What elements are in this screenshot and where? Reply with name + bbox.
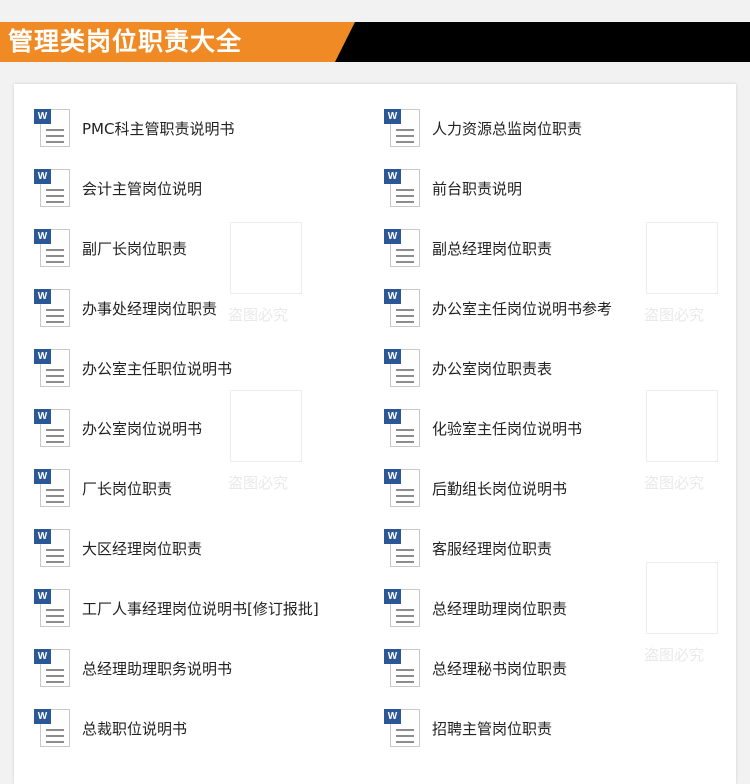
file-label: 厂长岗位职责 [82,479,173,498]
file-list-panel: 盗图必究 盗图必究 盗图必究 盗图必究 盗图必究 W PMC科主管职责说明书 W 会计主管岗位… [14,84,736,784]
file-label: 化验室主任岗位说明书 [432,419,583,438]
word-document-icon: W [34,646,72,690]
file-label: 工厂人事经理岗位说明书[修订报批] [82,599,319,618]
file-item[interactable]: W 办公室主任职位说明书 [34,345,232,391]
word-document-icon: W [34,466,72,510]
word-document-icon: W [384,526,422,570]
file-label: 招聘主管岗位职责 [432,719,553,738]
file-item[interactable]: W 厂长岗位职责 [34,465,172,511]
file-item[interactable]: W 后勤组长岗位说明书 [384,465,567,511]
word-document-icon: W [384,166,422,210]
header-banner: 管理类岗位职责大全 [0,22,750,62]
file-label: 总裁职位说明书 [82,719,188,738]
file-label: 总经理助理职务说明书 [82,659,233,678]
file-item[interactable]: W 总裁职位说明书 [34,705,187,751]
word-document-icon: W [34,286,72,330]
file-label: 副厂长岗位职责 [82,239,188,258]
file-label: 办公室主任职位说明书 [82,359,233,378]
word-document-icon: W [34,406,72,450]
file-item[interactable]: W 大区经理岗位职责 [34,525,202,571]
file-item[interactable]: W 会计主管岗位说明 [34,165,202,211]
file-item[interactable]: W 前台职责说明 [384,165,522,211]
word-document-icon: W [384,226,422,270]
word-document-icon: W [384,106,422,150]
file-item[interactable]: W 副厂长岗位职责 [34,225,187,271]
file-label: 后勤组长岗位说明书 [432,479,568,498]
file-label: 客服经理岗位职责 [432,539,553,558]
word-document-icon: W [34,106,72,150]
file-label: PMC科主管职责说明书 [82,119,235,138]
file-item[interactable]: W 总经理助理岗位职责 [384,585,567,631]
word-document-icon: W [384,286,422,330]
word-document-icon: W [34,586,72,630]
file-item[interactable]: W 总经理助理职务说明书 [34,645,232,691]
file-label: 办公室主任岗位说明书参考 [432,299,613,318]
file-item[interactable]: W 办公室主任岗位说明书参考 [384,285,612,331]
file-label: 办公室岗位说明书 [82,419,203,438]
word-document-icon: W [384,346,422,390]
file-label: 前台职责说明 [432,179,523,198]
file-item[interactable]: W 办公室岗位职责表 [384,345,552,391]
page-title: 管理类岗位职责大全 [8,27,243,56]
file-item[interactable]: W 人力资源总监岗位职责 [384,105,582,151]
word-document-icon: W [384,406,422,450]
file-item[interactable]: W PMC科主管职责说明书 [34,105,234,151]
file-label: 会计主管岗位说明 [82,179,203,198]
file-label: 办事处经理岗位职责 [82,299,218,318]
file-item[interactable]: W 副总经理岗位职责 [384,225,552,271]
word-document-icon: W [34,346,72,390]
file-item[interactable]: W 化验室主任岗位说明书 [384,405,582,451]
file-label: 大区经理岗位职责 [82,539,203,558]
file-item[interactable]: W 办公室岗位说明书 [34,405,202,451]
file-label: 人力资源总监岗位职责 [432,119,583,138]
word-document-icon: W [34,166,72,210]
file-label: 副总经理岗位职责 [432,239,553,258]
word-document-icon: W [384,466,422,510]
file-item[interactable]: W 总经理秘书岗位职责 [384,645,567,691]
word-document-icon: W [384,706,422,750]
file-item[interactable]: W 客服经理岗位职责 [384,525,552,571]
file-label: 办公室岗位职责表 [432,359,553,378]
word-document-icon: W [384,586,422,630]
file-item[interactable]: W 工厂人事经理岗位说明书[修订报批] [34,585,319,631]
file-item[interactable]: W 办事处经理岗位职责 [34,285,217,331]
file-label: 总经理秘书岗位职责 [432,659,568,678]
word-document-icon: W [384,646,422,690]
word-document-icon: W [34,706,72,750]
word-document-icon: W [34,226,72,270]
file-list: W PMC科主管职责说明书 W 会计主管岗位说明 W 副厂长岗位职责 W 办事处经理岗位职责 W… [14,84,736,784]
file-item[interactable]: W 招聘主管岗位职责 [384,705,552,751]
file-label: 总经理助理岗位职责 [432,599,568,618]
word-document-icon: W [34,526,72,570]
